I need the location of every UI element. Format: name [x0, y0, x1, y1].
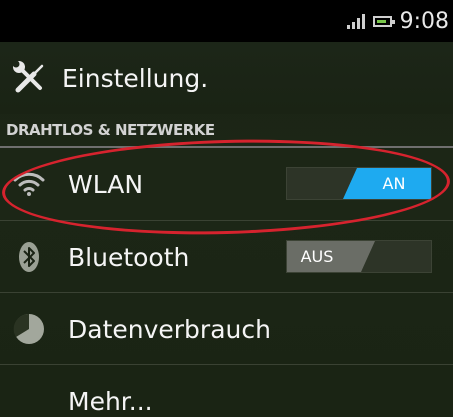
- bluetooth-toggle-off-label: AUS: [287, 241, 375, 272]
- wlan-label: WLAN: [68, 169, 144, 199]
- wlan-row[interactable]: WLAN AN: [0, 148, 453, 220]
- status-clock: 9:08: [399, 8, 449, 34]
- page-title: Einstellung.: [62, 63, 209, 93]
- section-header: DRAHTLOS & NETZWERKE: [0, 114, 453, 148]
- section-title: DRAHTLOS & NETZWERKE: [6, 121, 215, 139]
- wlan-toggle[interactable]: AN: [286, 167, 432, 200]
- more-label: Mehr...: [68, 386, 153, 416]
- data-usage-row[interactable]: Datenverbrauch: [0, 293, 453, 365]
- action-bar: Einstellung.: [0, 42, 453, 114]
- status-bar: 9:08: [0, 0, 453, 42]
- more-row[interactable]: Mehr...: [0, 365, 453, 417]
- wrench-screwdriver-icon[interactable]: [12, 60, 48, 96]
- settings-screen: 9:08 Einstellung. DRAHTLOS & NETZWERKE W…: [0, 0, 453, 417]
- bluetooth-icon: [12, 240, 46, 274]
- wlan-toggle-on-label: AN: [343, 168, 431, 199]
- bluetooth-toggle[interactable]: AUS: [286, 240, 432, 273]
- data-usage-label: Datenverbrauch: [68, 314, 271, 344]
- bluetooth-label: Bluetooth: [68, 242, 190, 272]
- bluetooth-row[interactable]: Bluetooth AUS: [0, 221, 453, 293]
- signal-icon: [346, 13, 365, 29]
- battery-icon: [372, 15, 395, 27]
- data-usage-icon: [12, 312, 46, 346]
- wifi-icon: [12, 167, 46, 201]
